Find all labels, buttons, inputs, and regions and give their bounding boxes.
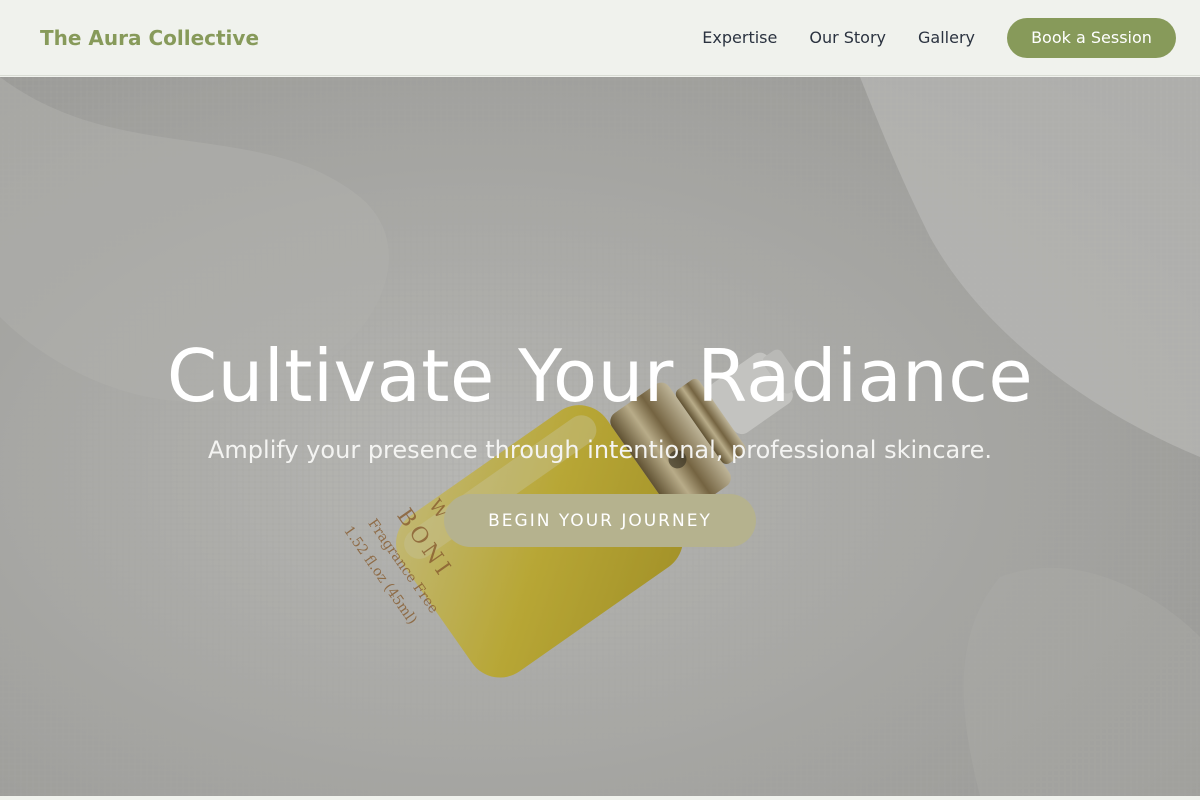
hero-title: Cultivate Your Radiance bbox=[166, 334, 1034, 418]
hero-section: W BONI Fragrance Free 1.52 fl.oz (45ml) … bbox=[0, 77, 1200, 796]
page-bottom-strip bbox=[0, 796, 1200, 800]
nav-link-expertise[interactable]: Expertise bbox=[702, 28, 777, 47]
hero-subtitle: Amplify your presence through intentiona… bbox=[208, 436, 992, 464]
brand-logo-link[interactable]: The Aura Collective bbox=[40, 26, 259, 50]
nav-link-gallery[interactable]: Gallery bbox=[918, 28, 975, 47]
hero-content: Cultivate Your Radiance Amplify your pre… bbox=[0, 77, 1200, 796]
nav-links: Expertise Our Story Gallery Book a Sessi… bbox=[702, 17, 1176, 58]
book-session-button[interactable]: Book a Session bbox=[1007, 17, 1176, 58]
top-navbar: The Aura Collective Expertise Our Story … bbox=[0, 0, 1200, 76]
nav-link-our-story[interactable]: Our Story bbox=[809, 28, 886, 47]
begin-journey-button[interactable]: BEGIN YOUR JOURNEY bbox=[444, 494, 756, 547]
